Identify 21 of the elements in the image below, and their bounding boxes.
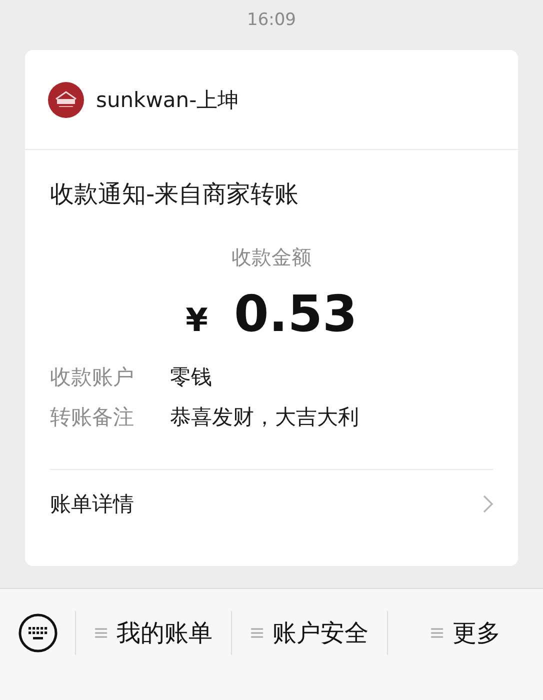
menu-lines-icon (430, 627, 442, 639)
menu-button[interactable]: 我的账单 (76, 611, 232, 655)
menu-button[interactable]: 更多 (388, 611, 543, 655)
keyboard-icon (18, 613, 58, 653)
bill-details-link[interactable]: 账单详情 (50, 469, 493, 538)
field-label: 收款账户 (50, 364, 134, 391)
chevron-right-icon (483, 495, 493, 513)
field-label: 转账备注 (50, 404, 134, 431)
field-value: 零钱 (170, 364, 212, 391)
menu-lines-icon (250, 627, 262, 639)
amount-label: 收款金额 (230, 244, 312, 271)
merchant-logo-icon (48, 82, 84, 118)
menu-button[interactable]: 账户安全 (232, 611, 388, 655)
message-time: 16:09 (247, 10, 296, 30)
currency-symbol: ¥ (186, 301, 208, 339)
menu-lines-icon (94, 627, 106, 639)
notification-title: 收款通知-来自商家转账 (50, 179, 300, 210)
field-value: 恭喜发财，大吉大利 (170, 404, 359, 431)
details-label: 账单详情 (50, 491, 134, 518)
amount-value: 0.53 (234, 285, 358, 343)
merchant-name: sunkwan-上坤 (96, 86, 239, 114)
